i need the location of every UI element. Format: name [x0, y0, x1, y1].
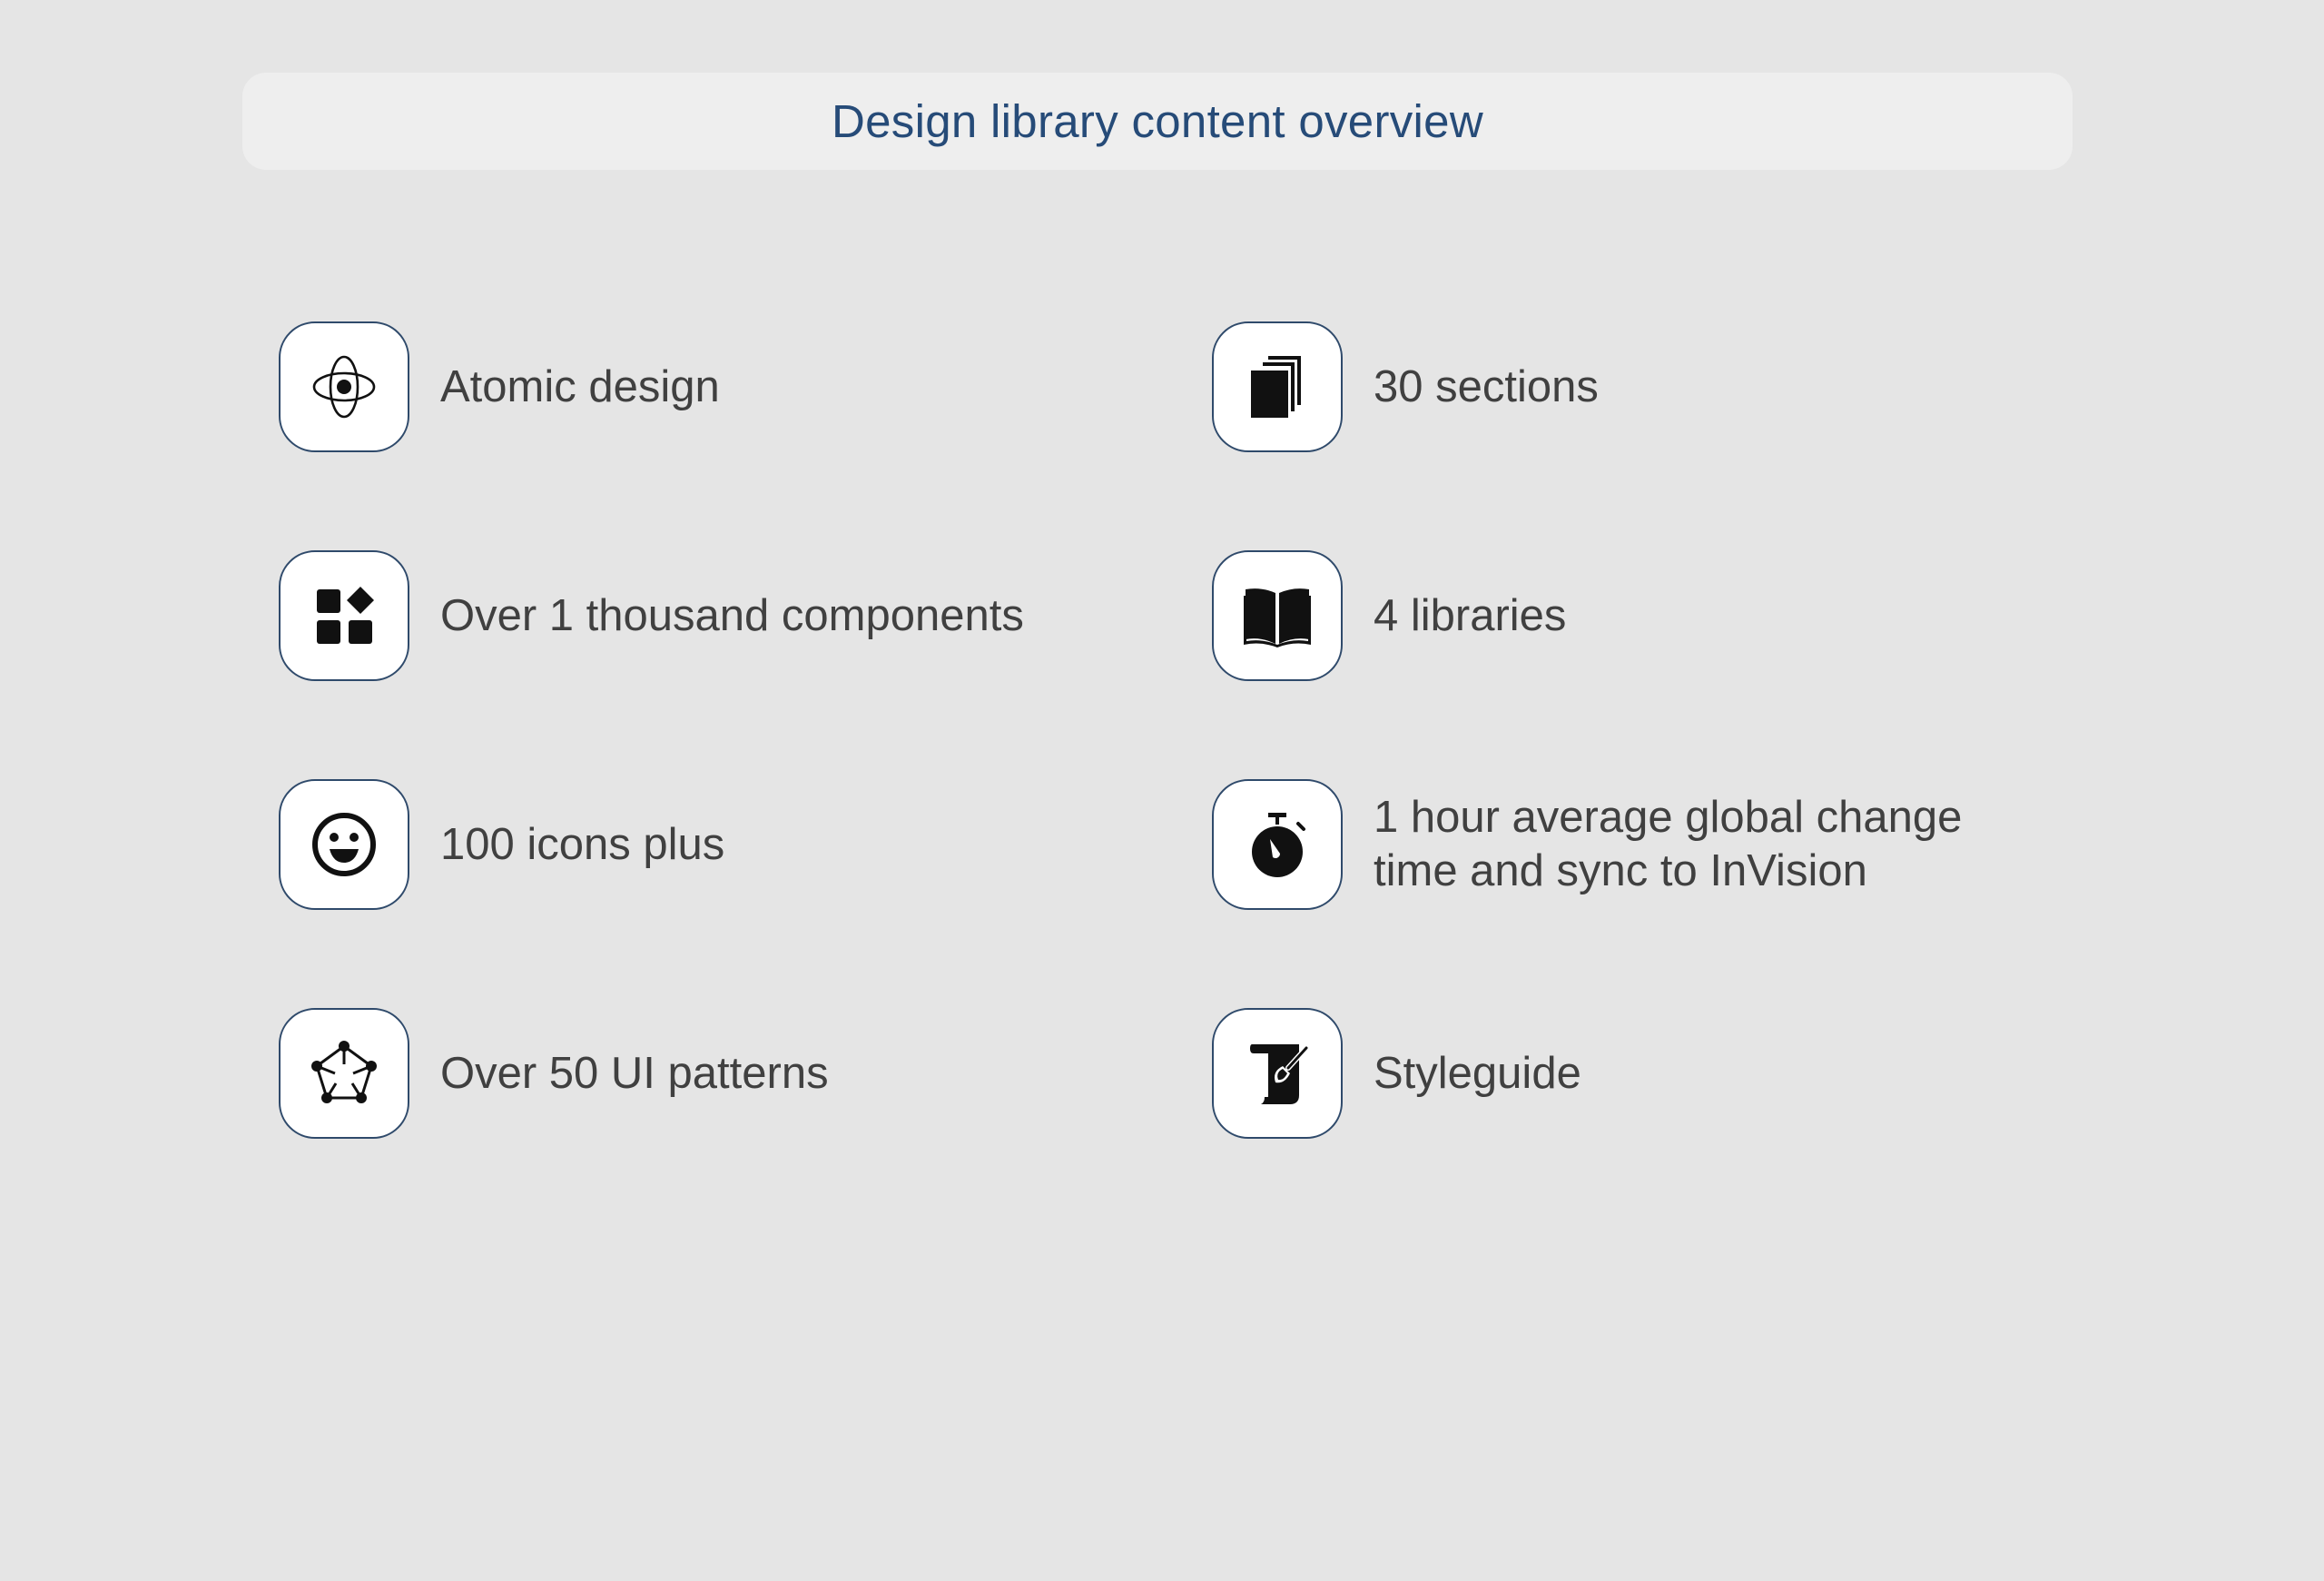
- open-book-icon: [1212, 550, 1343, 681]
- components-icon: [279, 550, 409, 681]
- feature-label: Over 50 UI patterns: [440, 1048, 829, 1098]
- feature-item-sync-time: 1 hour average global change time and sy…: [1212, 779, 1962, 910]
- feature-item-sections: 30 sections: [1212, 321, 1599, 452]
- feature-item-libraries: 4 libraries: [1212, 550, 1566, 681]
- smiley-icon: [279, 779, 409, 910]
- feature-item-components: Over 1 thousand components: [279, 550, 1024, 681]
- atom-icon: [279, 321, 409, 452]
- feature-item-atomic-design: Atomic design: [279, 321, 720, 452]
- scroll-pen-icon: [1212, 1008, 1343, 1139]
- pattern-network-icon: [279, 1008, 409, 1139]
- feature-label: 1 hour average global change time and sy…: [1374, 793, 1963, 895]
- feature-item-ui-patterns: Over 50 UI patterns: [279, 1008, 829, 1139]
- feature-label: Styleguide: [1374, 1048, 1581, 1098]
- page-title: Design library content overview: [832, 95, 1483, 147]
- feature-label: Over 1 thousand components: [440, 590, 1024, 640]
- feature-item-styleguide: Styleguide: [1212, 1008, 1581, 1139]
- feature-label: 30 sections: [1374, 361, 1599, 411]
- feature-label: Atomic design: [440, 361, 720, 411]
- stacked-pages-icon: [1212, 321, 1343, 452]
- header-bar: Design library content overview: [242, 73, 2073, 170]
- feature-label: 100 icons plus: [440, 819, 725, 869]
- stopwatch-icon: [1212, 779, 1343, 910]
- feature-label: 4 libraries: [1374, 590, 1567, 640]
- feature-item-icons: 100 icons plus: [279, 779, 724, 910]
